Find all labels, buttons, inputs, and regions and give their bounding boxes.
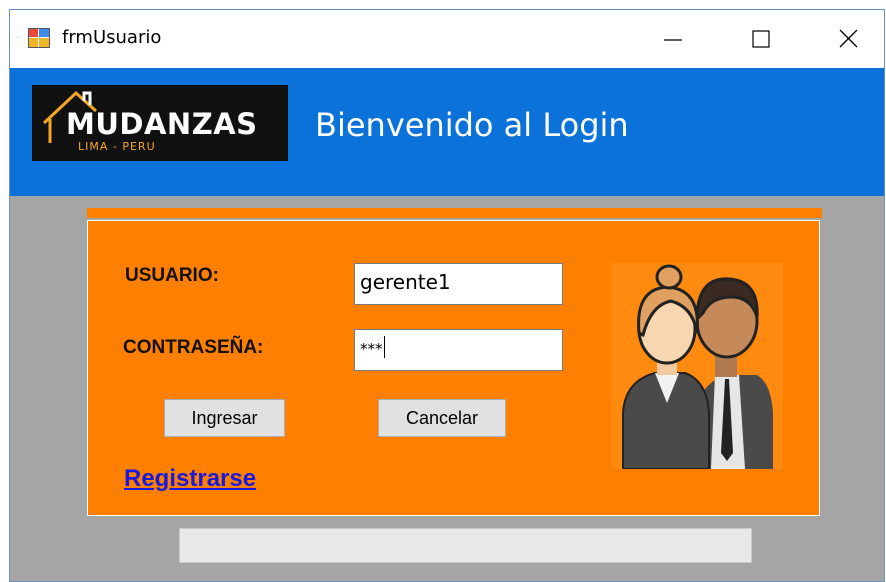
login-panel: USUARIO: gerente1 CONTRASEÑA: *** Ingres… [87, 220, 820, 516]
page-title: Bienvenido al Login [315, 106, 629, 144]
register-link[interactable]: Registrarse [124, 465, 256, 493]
minimize-icon [664, 39, 682, 41]
maximize-icon [752, 30, 770, 48]
minimize-button[interactable] [650, 18, 696, 60]
header-banner: MUDANZAS LIMA - PERU Bienvenido al Login [10, 68, 884, 196]
login-window: frmUsuario MUDANZAS LIMA - PERU Bienveni… [9, 9, 885, 582]
panel-top-strip [87, 208, 822, 218]
close-icon [839, 29, 858, 48]
username-label: USUARIO: [125, 265, 219, 286]
status-bar [179, 528, 752, 563]
company-logo: MUDANZAS LIMA - PERU [32, 85, 288, 161]
window-title: frmUsuario [62, 27, 162, 48]
password-value: *** [360, 340, 383, 358]
password-label: CONTRASEÑA: [123, 337, 264, 358]
username-input[interactable]: gerente1 [354, 263, 563, 305]
login-button[interactable]: Ingresar [164, 399, 285, 437]
window-app-icon [28, 28, 50, 48]
users-icon [611, 263, 783, 469]
maximize-button[interactable] [738, 18, 784, 60]
password-input[interactable]: *** [354, 329, 563, 371]
logo-text: MUDANZAS [66, 107, 258, 141]
text-caret [383, 335, 385, 358]
close-button[interactable] [826, 18, 872, 60]
title-bar[interactable]: frmUsuario [10, 10, 884, 68]
logo-subtext: LIMA - PERU [78, 140, 156, 153]
cancel-button[interactable]: Cancelar [378, 399, 506, 437]
